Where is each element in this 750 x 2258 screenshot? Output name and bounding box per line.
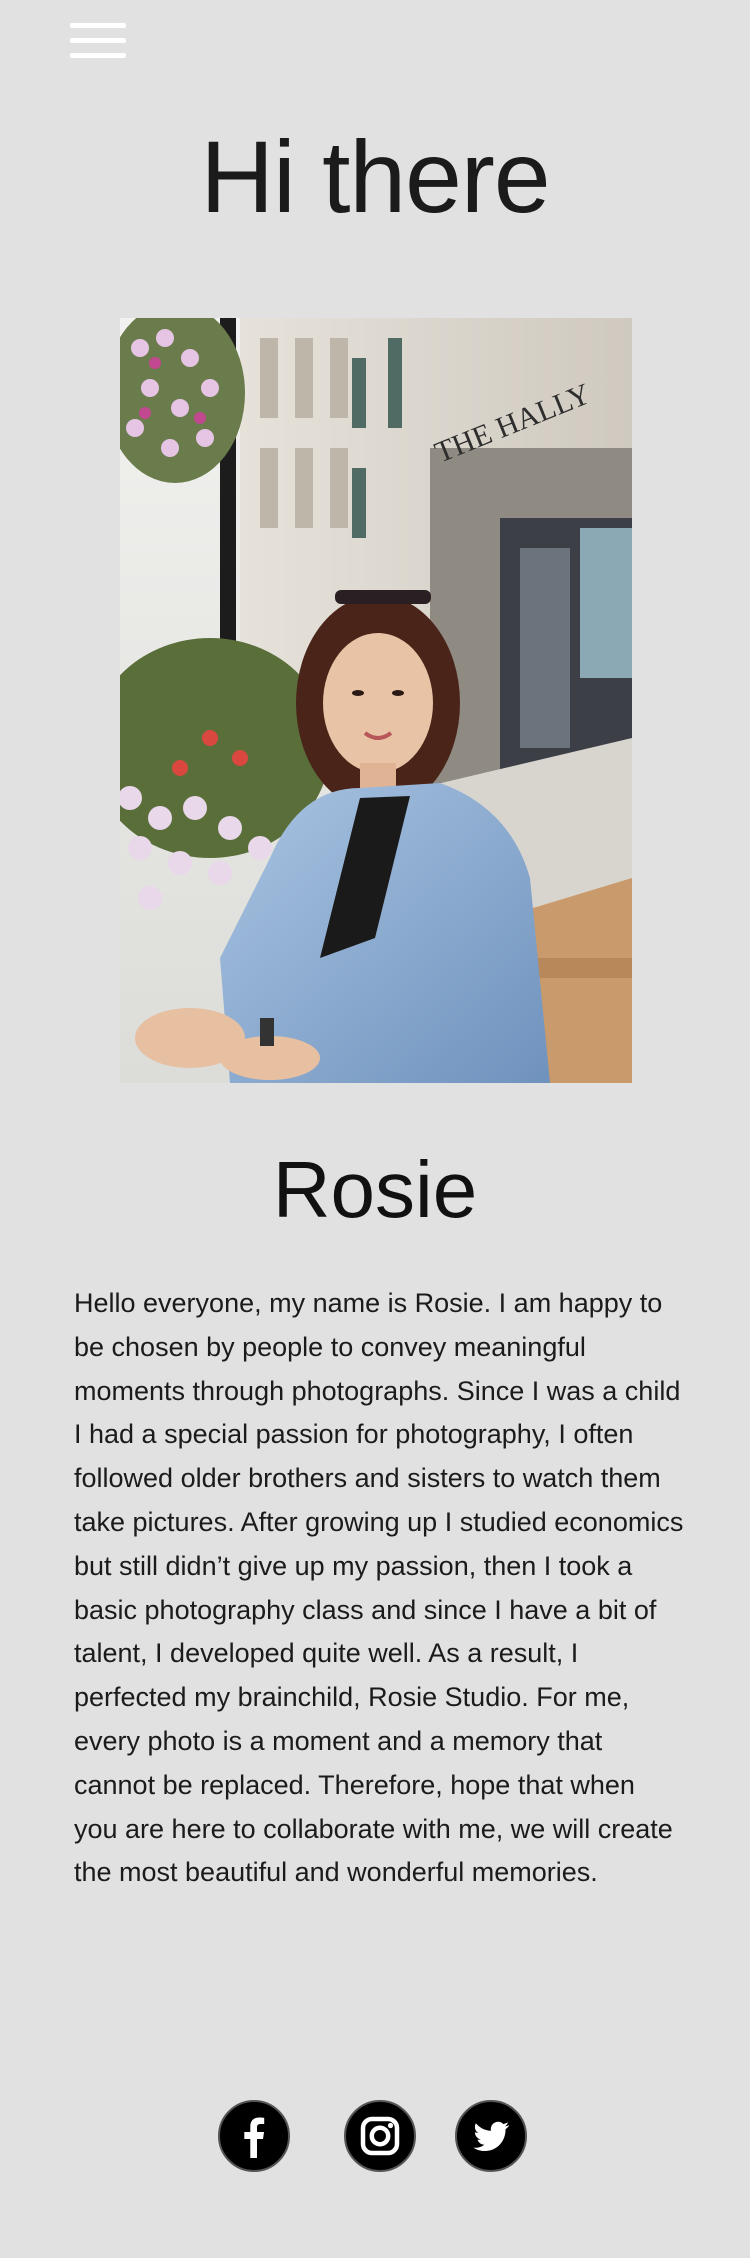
page-title: Hi there xyxy=(200,120,550,234)
social-links xyxy=(0,2100,750,2180)
twitter-icon[interactable] xyxy=(455,2100,527,2172)
menu-bar xyxy=(70,23,126,28)
profile-bio: Hello everyone, my name is Rosie. I am h… xyxy=(74,1288,684,1888)
instagram-icon[interactable] xyxy=(344,2100,416,2172)
menu-bar xyxy=(70,38,126,43)
hamburger-menu-icon[interactable] xyxy=(70,22,126,60)
profile-name: Rosie xyxy=(272,1145,478,1234)
profile-photo: THE HALLY xyxy=(120,318,632,1083)
menu-bar xyxy=(70,53,126,58)
facebook-icon[interactable] xyxy=(218,2100,290,2172)
